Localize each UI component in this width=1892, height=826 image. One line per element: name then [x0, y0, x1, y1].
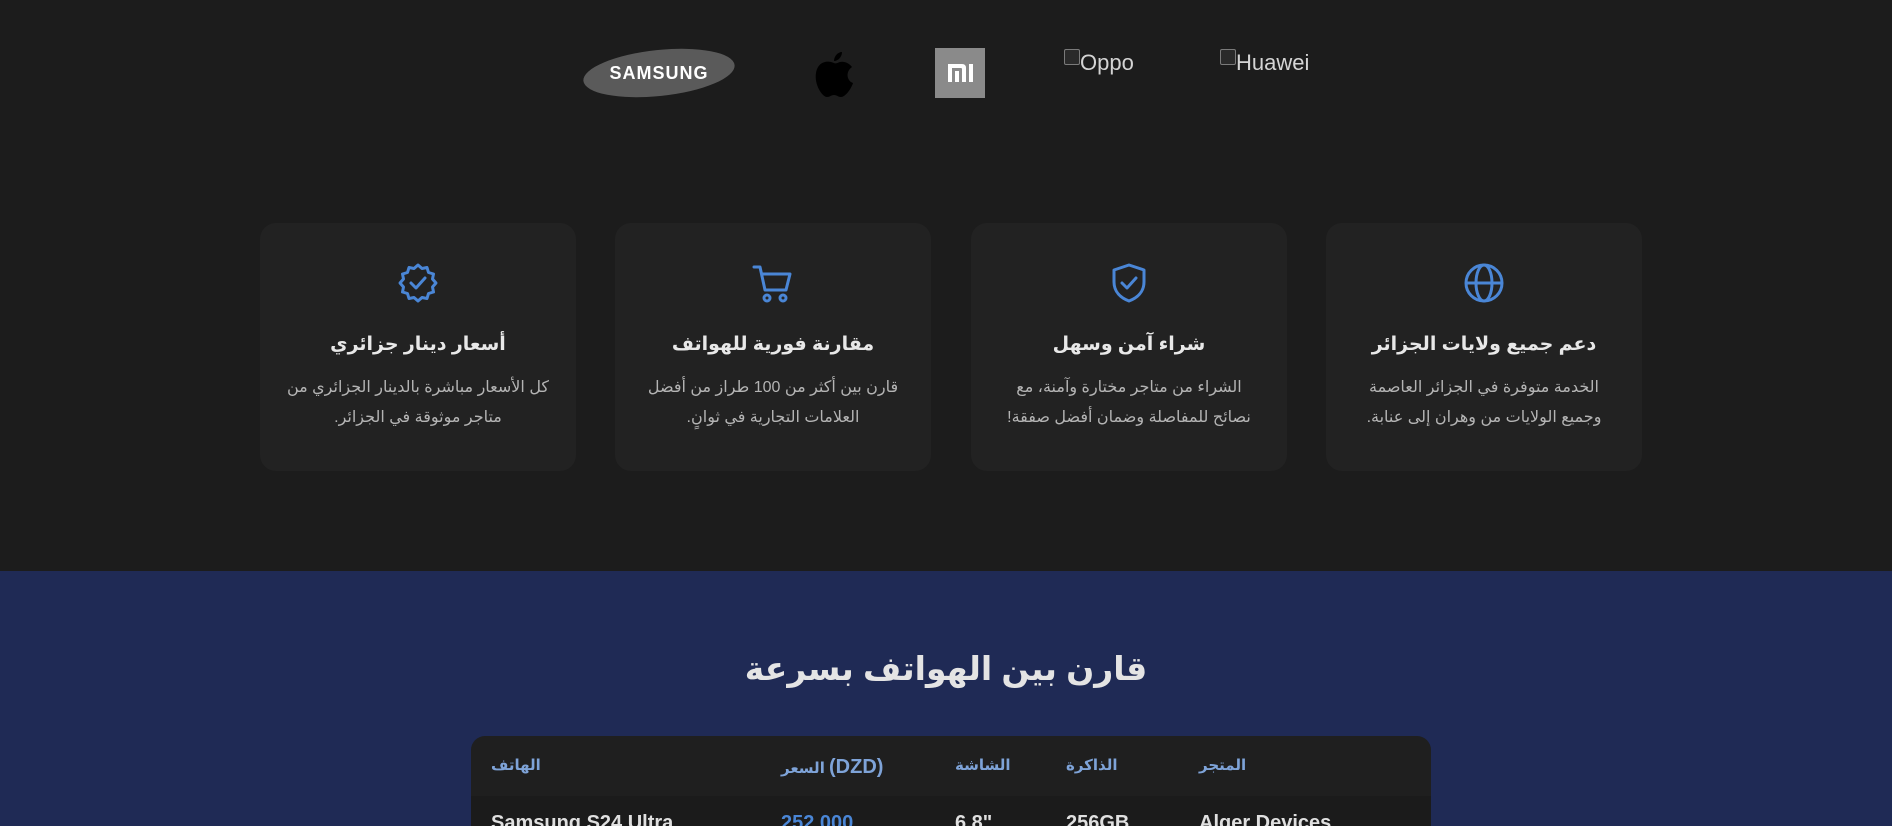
huawei-logo-broken-image[interactable]: Huawei	[1220, 49, 1310, 76]
feature-description: كل الأسعار مباشرة بالدينار الجزائري من م…	[286, 379, 550, 426]
feature-card-all-provinces: دعم جميع ولايات الجزائر الخدمة متوفرة في…	[1326, 223, 1642, 471]
feature-title: أسعار دينار جزائري	[330, 334, 506, 355]
feature-description: الشراء من متاجر مختارة وآمنة، مع نصائح ل…	[1007, 379, 1251, 426]
samsung-logo-text: SAMSUNG	[609, 63, 708, 83]
feature-card-safe-purchase: شراء آمن وسهل الشراء من متاجر مختارة وآم…	[971, 223, 1287, 471]
header-price-unit: (DZD)	[829, 756, 884, 778]
broken-image-icon	[1220, 49, 1236, 65]
feature-title: شراء آمن وسهل	[1052, 334, 1206, 355]
badge-check-icon	[398, 263, 438, 303]
feature-card-instant-compare: مقارنة فورية للهواتف قارن بين أكثر من 10…	[615, 223, 931, 471]
cart-icon	[752, 265, 792, 303]
huawei-alt-text: Huawei	[1236, 50, 1310, 75]
cell-price: 252,000	[781, 812, 854, 826]
feature-title: مقارنة فورية للهواتف	[671, 334, 875, 355]
shield-check-icon	[1112, 263, 1146, 303]
cell-store: Alger Devices	[1199, 812, 1332, 826]
header-price[interactable]: السعر (DZD)	[781, 756, 883, 779]
feature-description: قارن بين أكثر من 100 طراز من أفضل العلام…	[647, 379, 899, 426]
xiaomi-logo[interactable]	[935, 48, 985, 98]
compare-title: قارن بين الهواتف بسرعة	[744, 650, 1148, 687]
header-store[interactable]: المتجر	[1199, 756, 1246, 774]
compare-table: الهاتف السعر (DZD) الشاشة الذاكرة المتجر…	[471, 736, 1431, 826]
header-price-label: السعر	[781, 760, 825, 777]
globe-icon	[1464, 263, 1504, 303]
compare-section: قارن بين الهواتف بسرعة الهاتف السعر (DZD…	[0, 571, 1892, 826]
header-screen[interactable]: الشاشة	[955, 756, 1011, 774]
header-phone[interactable]: الهاتف	[491, 756, 541, 774]
feature-description: الخدمة متوفرة في الجزائر العاصمة وجميع ا…	[1366, 379, 1602, 426]
cell-screen: 6.8"	[955, 812, 993, 826]
apple-logo-icon[interactable]	[812, 48, 856, 100]
cell-phone: Samsung S24 Ultra	[491, 812, 674, 826]
samsung-logo[interactable]: SAMSUNG	[583, 48, 735, 98]
oppo-logo-broken-image[interactable]: Oppo	[1064, 49, 1134, 76]
feature-title: دعم جميع ولايات الجزائر	[1371, 334, 1597, 355]
feature-card-dinar-prices: أسعار دينار جزائري كل الأسعار مباشرة بال…	[260, 223, 576, 471]
header-memory[interactable]: الذاكرة	[1066, 756, 1118, 774]
brands-and-features-section: SAMSUNG Oppo Huawei أسعار دينار جزائري ك…	[0, 0, 1892, 571]
cell-memory: 256GB	[1066, 812, 1130, 826]
oppo-alt-text: Oppo	[1080, 50, 1134, 75]
broken-image-icon	[1064, 49, 1080, 65]
